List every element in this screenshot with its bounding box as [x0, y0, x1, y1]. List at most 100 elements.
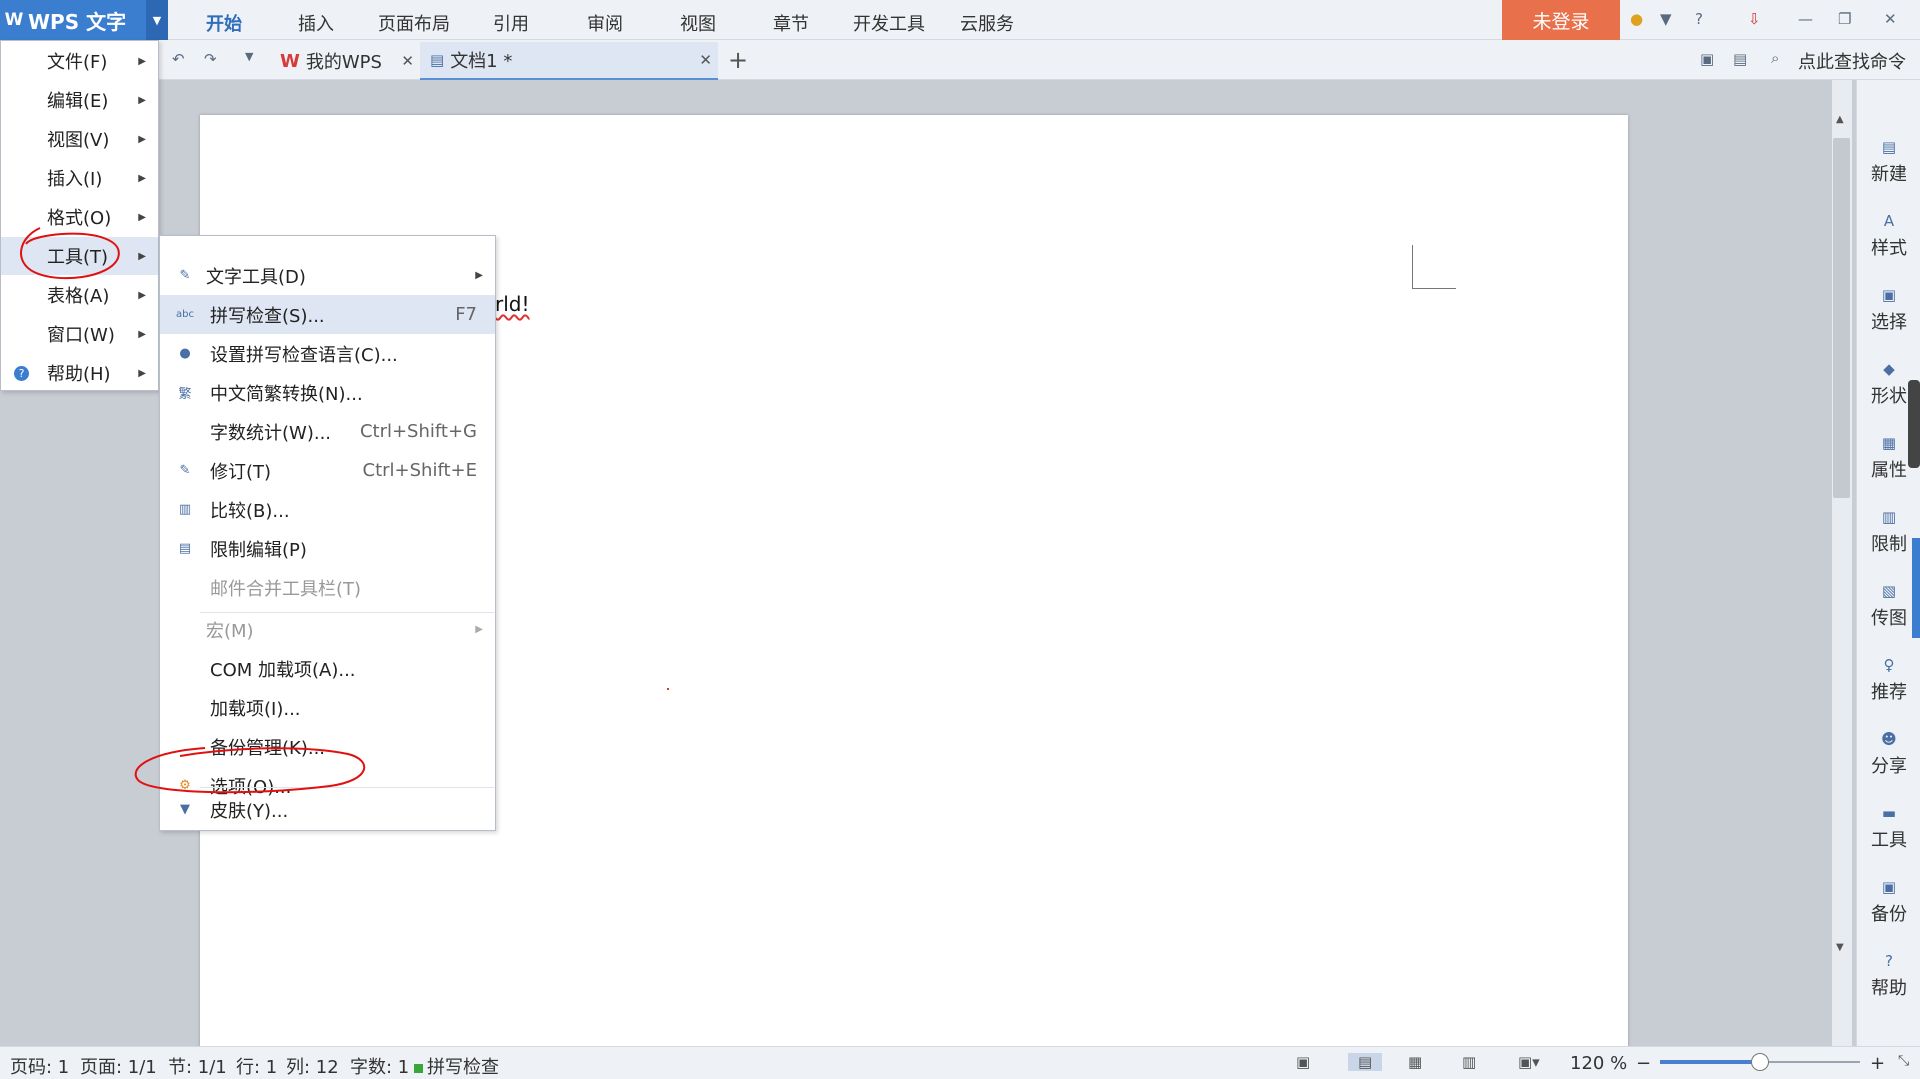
zoom-level[interactable]: 120 %: [1570, 1053, 1627, 1074]
undo-icon[interactable]: ↶: [172, 50, 185, 68]
wps-logo-icon: W: [4, 10, 24, 30]
menu-item-tools[interactable]: 工具(T) ▶: [1, 237, 158, 275]
sidebar-item-select[interactable]: ▣ 选择: [1857, 286, 1920, 334]
users-icon: ☻: [1881, 730, 1897, 748]
shield-icon[interactable]: ●: [1630, 10, 1643, 28]
submenu-spell-check[interactable]: abc 拼写检查(S)... F7: [160, 295, 495, 334]
chevron-down-icon[interactable]: ▼: [146, 0, 168, 40]
close-icon[interactable]: ✕: [1884, 10, 1897, 28]
submenu-chinese-conversion[interactable]: 繁中文简繁转换(N)...: [160, 373, 495, 412]
sidebar-item-restrict[interactable]: ▥ 限制: [1857, 508, 1920, 556]
sidebar-item-upload-image[interactable]: ▧ 传图: [1857, 582, 1920, 630]
shirt-icon: ▼: [180, 802, 190, 817]
chevron-right-icon: ▶: [138, 133, 146, 145]
scrollbar-thumb[interactable]: [1833, 138, 1850, 498]
fullscreen-icon[interactable]: ▣: [1296, 1053, 1310, 1071]
submenu-mail-merge-toolbar[interactable]: 邮件合并工具栏(T): [160, 568, 495, 607]
zoom-in-icon[interactable]: +: [1870, 1053, 1885, 1074]
tab-references[interactable]: 引用: [493, 10, 529, 36]
chevron-right-icon: ▶: [138, 250, 146, 262]
shape-icon: ◆: [1883, 360, 1895, 378]
fit-window-icon[interactable]: ⤡: [1898, 1053, 1909, 1069]
menu-item-help[interactable]: ? 帮助(H) ▶: [1, 354, 158, 392]
submenu-compare[interactable]: ▥ 比较(B)...: [160, 490, 495, 529]
search-command-input[interactable]: 点此查找命令: [1798, 48, 1906, 74]
submenu-restrict-editing[interactable]: ▤ 限制编辑(P): [160, 529, 495, 568]
menu-item-table[interactable]: 表格(A) ▶: [1, 276, 158, 314]
submenu-skin[interactable]: ▼ 皮肤(Y)...: [160, 790, 495, 829]
tab-home[interactable]: 开始: [206, 10, 242, 36]
outline-view-icon[interactable]: ▦: [1408, 1053, 1422, 1071]
menu-item-view[interactable]: 视图(V) ▶: [1, 120, 158, 158]
submenu-revision[interactable]: ✎ 修订(T) Ctrl+Shift+E: [160, 451, 495, 490]
submenu-text-tools[interactable]: ✎ 文字工具(D) ▶: [160, 256, 495, 295]
submenu-spell-language[interactable]: ● 设置拼写检查语言(C)...: [160, 334, 495, 373]
close-icon[interactable]: ✕: [699, 51, 712, 69]
page-view-icon[interactable]: ▤: [1348, 1053, 1383, 1071]
menu-item-format[interactable]: 格式(O) ▶: [1, 198, 158, 236]
doc-tab-my-wps[interactable]: W 我的WPS ✕: [272, 42, 420, 80]
web-view-icon[interactable]: ▥: [1462, 1053, 1476, 1071]
globe-icon: ●: [179, 346, 191, 361]
status-line[interactable]: 行: 1: [236, 1053, 277, 1079]
status-column[interactable]: 列: 12: [286, 1053, 339, 1079]
sidebar-item-help[interactable]: ? 帮助: [1857, 952, 1920, 1000]
tab-developer[interactable]: 开发工具: [853, 10, 925, 36]
task-sidebar: ▤ 新建 A 样式 ▣ 选择 ◆ 形状 ▦ 属性 ▥ 限制 ▧ 传图 ♀ 推荐 ☻ 分享 ▬ 工具 …: [1856, 80, 1920, 1046]
status-spell-check[interactable]: 拼写检查: [414, 1053, 499, 1079]
menu-item-window[interactable]: 窗口(W) ▶: [1, 315, 158, 353]
doc-tab-document1[interactable]: ▤ 文档1 * ✕: [420, 42, 718, 80]
backup-icon: ▣: [1881, 878, 1897, 896]
status-pages[interactable]: 页面: 1/1: [80, 1053, 157, 1079]
submenu-word-count[interactable]: 字数统计(W)... Ctrl+Shift+G: [160, 412, 495, 451]
sidebar-grip[interactable]: [1908, 380, 1920, 468]
submenu-com-addins[interactable]: COM 加载项(A)...: [160, 649, 495, 688]
download-icon[interactable]: ⇩: [1748, 10, 1761, 28]
tab-page-layout[interactable]: 页面布局: [378, 10, 450, 36]
status-section[interactable]: 节: 1/1: [168, 1053, 227, 1079]
menu-item-insert[interactable]: 插入(I) ▶: [1, 159, 158, 197]
tab-review[interactable]: 审阅: [587, 10, 623, 36]
zoom-out-icon[interactable]: −: [1636, 1053, 1651, 1074]
zoom-slider-fill: [1660, 1060, 1760, 1064]
zoom-slider-knob[interactable]: [1751, 1053, 1769, 1071]
eye-protect-icon[interactable]: ▣▾: [1518, 1053, 1540, 1071]
sidebar-collapse-handle[interactable]: [1912, 538, 1920, 638]
status-page-number[interactable]: 页码: 1: [10, 1053, 69, 1079]
new-tab-icon[interactable]: +: [728, 46, 748, 74]
submenu-addins[interactable]: 加载项(I)...: [160, 688, 495, 727]
document-text[interactable]: rld!: [495, 292, 530, 316]
chevron-right-icon: ▶: [138, 289, 146, 301]
status-word-count[interactable]: 字数: 1: [350, 1053, 409, 1079]
sidebar-item-new[interactable]: ▤ 新建: [1857, 138, 1920, 186]
panel-icon[interactable]: ▣: [1700, 50, 1714, 68]
submenu-backup-management[interactable]: 备份管理(K)...: [160, 727, 495, 766]
menu-item-file[interactable]: 文件(F) ▶: [1, 42, 158, 80]
scroll-down-icon[interactable]: ▼: [1836, 942, 1844, 953]
sidebar-item-share[interactable]: ☻ 分享: [1857, 730, 1920, 778]
sidebar-item-tools[interactable]: ▬ 工具: [1857, 804, 1920, 852]
tab-insert[interactable]: 插入: [298, 10, 334, 36]
minimize-icon[interactable]: —: [1798, 10, 1813, 28]
inbox-icon[interactable]: ▤: [1733, 50, 1747, 68]
sidebar-item-backup[interactable]: ▣ 备份: [1857, 878, 1920, 926]
login-button[interactable]: 未登录: [1502, 0, 1620, 40]
tab-view[interactable]: 视图: [680, 10, 716, 36]
chevron-down-icon[interactable]: ▼: [245, 50, 253, 63]
close-icon[interactable]: ✕: [401, 52, 414, 70]
submenu-macro[interactable]: 宏(M) ▶: [160, 610, 495, 649]
chevron-right-icon: ▶: [138, 211, 146, 223]
help-icon[interactable]: ?: [1695, 10, 1703, 28]
menu-item-edit[interactable]: 编辑(E) ▶: [1, 81, 158, 119]
search-icon[interactable]: ⌕: [1771, 49, 1779, 67]
tab-section[interactable]: 章节: [773, 10, 809, 36]
compare-icon: ▥: [178, 502, 192, 517]
scroll-up-icon[interactable]: ▲: [1836, 114, 1844, 125]
wps-logo-button[interactable]: W WPS 文字 ▼: [0, 0, 168, 40]
tab-cloud[interactable]: 云服务: [960, 10, 1014, 36]
restore-icon[interactable]: ❐: [1838, 10, 1851, 28]
sidebar-item-style[interactable]: A 样式: [1857, 212, 1920, 260]
sidebar-item-recommend[interactable]: ♀ 推荐: [1857, 656, 1920, 704]
skin-icon[interactable]: ▼: [1660, 10, 1672, 28]
redo-icon[interactable]: ↷: [204, 50, 217, 68]
